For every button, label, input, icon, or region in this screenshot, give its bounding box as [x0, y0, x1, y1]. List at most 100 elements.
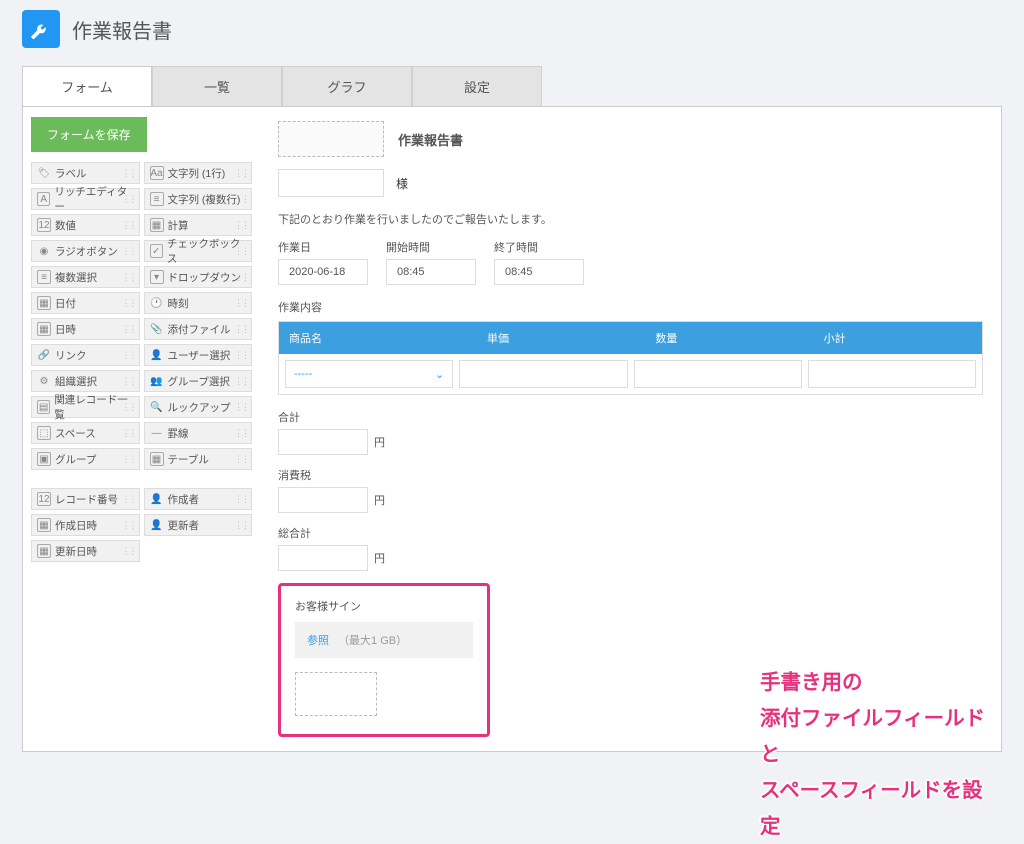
app-title: 作業報告書	[72, 15, 172, 44]
field-time[interactable]: 🕐時刻	[144, 292, 253, 314]
field-table[interactable]: ▦テーブル	[144, 448, 253, 470]
title-placeholder[interactable]	[278, 121, 384, 157]
clip-icon: 📎	[150, 322, 164, 336]
space-icon: ⬚	[37, 426, 51, 440]
cal-icon: ▦	[37, 296, 51, 310]
cal-icon: ▦	[37, 322, 51, 336]
drop-icon: ▾	[150, 270, 164, 284]
field-hr[interactable]: —罫線	[144, 422, 253, 444]
cal-icon: ▦	[37, 518, 51, 532]
sidebar: フォームを保存 🏷ラベル Aa文字列 (1行) Aリッチエディター ≡文字列 (…	[23, 107, 260, 751]
radio-icon: ◉	[37, 244, 51, 258]
num-icon: 12	[37, 492, 51, 506]
tax-input[interactable]	[278, 487, 368, 513]
save-form-button[interactable]: フォームを保存	[31, 117, 147, 152]
org-icon: ⚙	[37, 374, 51, 388]
col-price: 単価	[477, 322, 645, 354]
group-icon: 👥	[150, 374, 164, 388]
yen-unit: 円	[374, 492, 385, 508]
total-input[interactable]	[278, 429, 368, 455]
field-lookup[interactable]: 🔍ルックアップ	[144, 396, 253, 418]
customer-name-input[interactable]	[278, 169, 384, 197]
qty-input[interactable]	[634, 360, 802, 388]
field-user[interactable]: 👤ユーザー選択	[144, 344, 253, 366]
tbl-icon: ▦	[150, 452, 164, 466]
space-field[interactable]	[295, 672, 377, 716]
tag-icon: 🏷	[37, 166, 51, 180]
col-subtotal: 小計	[814, 322, 982, 354]
description-text: 下記のとおり作業を行いましたのでご報告いたします。	[278, 211, 983, 227]
grand-label: 総合計	[278, 525, 983, 541]
annotation-text: 手書き用の 添付ファイルフィールドと スペースフィールドを設定	[760, 665, 1001, 844]
sign-label: お客様サイン	[295, 598, 473, 614]
search-icon: 🔍	[150, 400, 164, 414]
field-multiselect[interactable]: ≡複数選択	[31, 266, 140, 288]
col-qty: 数量	[645, 322, 813, 354]
product-select[interactable]: -----	[285, 360, 453, 388]
work-table: 商品名 単価 数量 小計 -----	[278, 321, 983, 395]
file-upload[interactable]: 参照 （最大1 GB）	[295, 622, 473, 658]
tax-label: 消費税	[278, 467, 983, 483]
tab-settings[interactable]: 設定	[412, 66, 542, 106]
highlight-box: お客様サイン 参照 （最大1 GB）	[278, 583, 490, 737]
field-org[interactable]: ⚙組織選択	[31, 370, 140, 392]
field-recordno[interactable]: 12レコード番号	[31, 488, 140, 510]
field-text-single[interactable]: Aa文字列 (1行)	[144, 162, 253, 184]
user-icon: 👤	[150, 518, 164, 532]
field-related[interactable]: ▤関連レコード一覧	[31, 396, 140, 418]
field-text-multi[interactable]: ≡文字列 (複数行)	[144, 188, 253, 210]
user-icon: 👤	[150, 348, 164, 362]
hr-icon: —	[150, 426, 164, 440]
field-group2[interactable]: ▣グループ	[31, 448, 140, 470]
field-creator[interactable]: 👤作成者	[144, 488, 253, 510]
link-icon: 🔗	[37, 348, 51, 362]
app-icon	[22, 10, 60, 48]
field-attachment[interactable]: 📎添付ファイル	[144, 318, 253, 340]
lines-icon: ≡	[150, 192, 164, 206]
work-date-input[interactable]: 2020-06-18	[278, 259, 368, 285]
tab-graph[interactable]: グラフ	[282, 66, 412, 106]
field-number[interactable]: 12数値	[31, 214, 140, 236]
field-space[interactable]: ⬚スペース	[31, 422, 140, 444]
col-product: 商品名	[279, 322, 477, 354]
price-input[interactable]	[459, 360, 627, 388]
work-content-label: 作業内容	[278, 299, 983, 315]
text-icon: Aa	[150, 166, 164, 180]
field-ctime[interactable]: ▦作成日時	[31, 514, 140, 536]
file-hint: （最大1 GB）	[338, 635, 407, 647]
field-utime[interactable]: ▦更新日時	[31, 540, 140, 562]
doc-title: 作業報告書	[398, 130, 463, 149]
yen-unit: 円	[374, 434, 385, 450]
browse-link[interactable]: 参照	[307, 635, 329, 647]
end-time-label: 終了時間	[494, 239, 584, 255]
check-icon: ✓	[150, 244, 163, 258]
form-canvas: 作業報告書 様 下記のとおり作業を行いましたのでご報告いたします。 作業日 20…	[260, 107, 1001, 751]
rel-icon: ▤	[37, 400, 50, 414]
field-link[interactable]: 🔗リンク	[31, 344, 140, 366]
field-dropdown[interactable]: ▾ドロップダウン	[144, 266, 253, 288]
field-updater[interactable]: 👤更新者	[144, 514, 253, 536]
sama-label: 様	[396, 175, 408, 192]
field-datetime[interactable]: ▦日時	[31, 318, 140, 340]
field-rich[interactable]: Aリッチエディター	[31, 188, 140, 210]
cal-icon: ▦	[37, 544, 51, 558]
tab-form[interactable]: フォーム	[22, 66, 152, 106]
grand-input[interactable]	[278, 545, 368, 571]
start-time-label: 開始時間	[386, 239, 476, 255]
list-icon: ≡	[37, 270, 51, 284]
field-calc[interactable]: ▦計算	[144, 214, 253, 236]
calc-icon: ▦	[150, 218, 164, 232]
subtotal-input[interactable]	[808, 360, 976, 388]
start-time-input[interactable]: 08:45	[386, 259, 476, 285]
field-label[interactable]: 🏷ラベル	[31, 162, 140, 184]
end-time-input[interactable]: 08:45	[494, 259, 584, 285]
field-date[interactable]: ▦日付	[31, 292, 140, 314]
user-icon: 👤	[150, 492, 164, 506]
tab-list[interactable]: 一覧	[152, 66, 282, 106]
clock-icon: 🕐	[150, 296, 164, 310]
field-radio[interactable]: ◉ラジオボタン	[31, 240, 140, 262]
total-label: 合計	[278, 409, 983, 425]
field-group[interactable]: 👥グループ選択	[144, 370, 253, 392]
field-checkbox[interactable]: ✓チェックボックス	[144, 240, 253, 262]
num-icon: 12	[37, 218, 51, 232]
